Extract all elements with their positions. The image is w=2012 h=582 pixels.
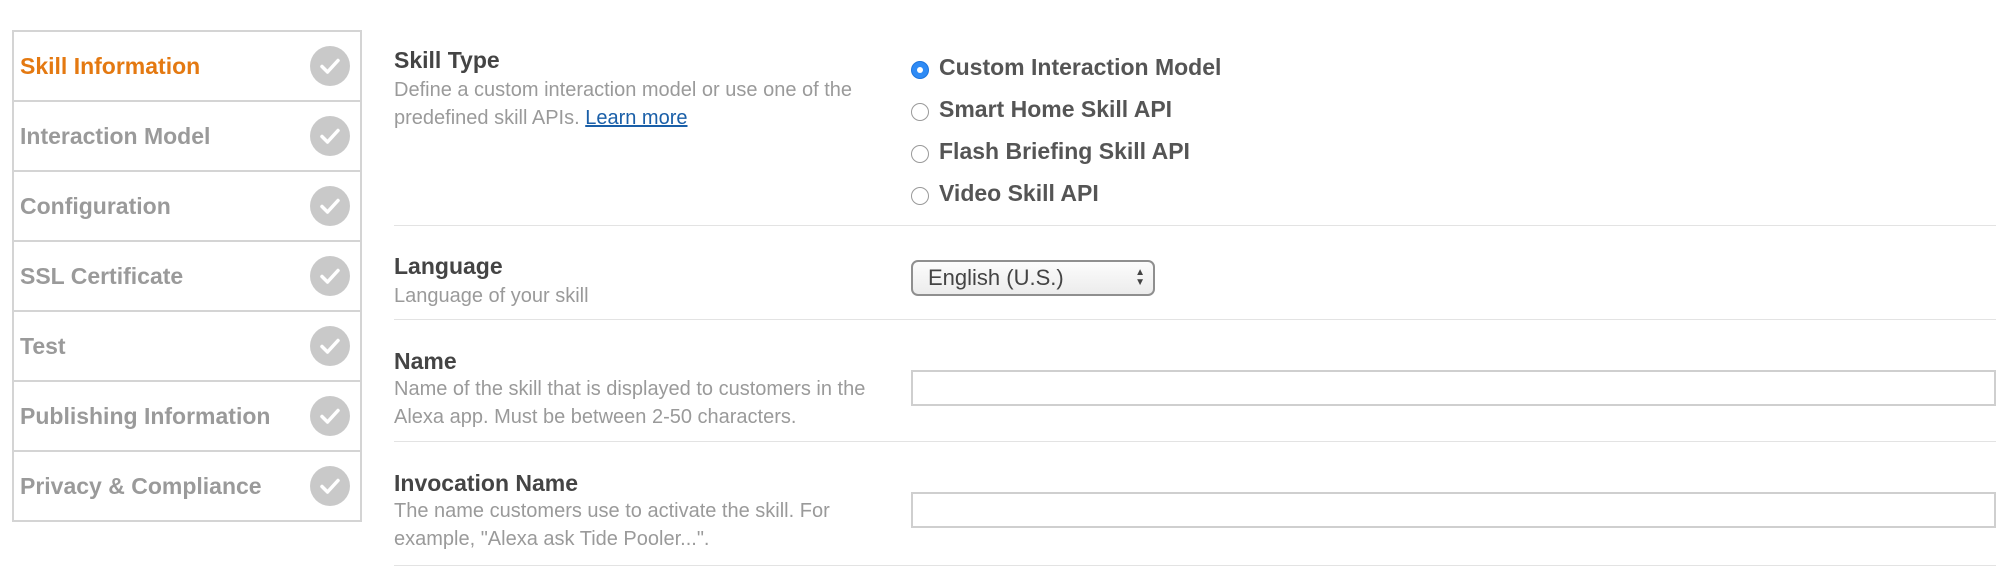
checkmark-circle-icon	[310, 326, 350, 366]
sidebar-item-interaction-model[interactable]: Interaction Model	[14, 102, 360, 172]
name-description: Name of the skill that is displayed to c…	[394, 378, 866, 428]
sidebar-item-publishing-information[interactable]: Publishing Information	[14, 382, 360, 452]
radio-custom-interaction-model[interactable]: Custom Interaction Model	[911, 46, 1221, 88]
sidebar-item-label: SSL Certificate	[20, 262, 184, 289]
checkmark-circle-icon	[310, 116, 350, 156]
sidebar-item-label: Privacy & Compliance	[20, 472, 262, 499]
name-title: Name	[394, 348, 457, 374]
checkmark-circle-icon	[310, 186, 350, 226]
sidebar-item-label: Skill Information	[20, 52, 201, 79]
invocation-name-title: Invocation Name	[394, 470, 579, 496]
checkmark-circle-icon	[310, 46, 350, 86]
radio-label: Custom Interaction Model	[939, 53, 1222, 80]
invocation-name-description: The name customers use to activate the s…	[394, 500, 830, 550]
skill-steps-sidebar: Skill Information Interaction Model Conf…	[12, 30, 362, 522]
sidebar-item-privacy-compliance[interactable]: Privacy & Compliance	[14, 452, 360, 520]
sidebar-item-configuration[interactable]: Configuration	[14, 172, 360, 242]
sidebar-item-label: Configuration	[20, 192, 171, 219]
radio-flash-briefing-skill-api[interactable]: Flash Briefing Skill API	[911, 130, 1221, 172]
sidebar-item-label: Publishing Information	[20, 402, 271, 429]
name-input[interactable]	[911, 370, 1996, 406]
radio-label: Flash Briefing Skill API	[939, 137, 1190, 164]
checkmark-circle-icon	[310, 466, 350, 506]
skill-type-row: Skill Type Define a custom interaction m…	[394, 30, 1996, 226]
radio-button[interactable]	[911, 187, 929, 205]
radio-label: Smart Home Skill API	[939, 95, 1173, 122]
language-select[interactable]: English (U.S.) ▲ ▼	[911, 260, 1155, 296]
sidebar-item-label: Interaction Model	[20, 122, 211, 149]
language-select-value: English (U.S.)	[928, 265, 1064, 290]
radio-smart-home-skill-api[interactable]: Smart Home Skill API	[911, 88, 1221, 130]
select-arrows-icon: ▲ ▼	[1135, 267, 1145, 288]
checkmark-circle-icon	[310, 256, 350, 296]
skill-type-description: Define a custom interaction model or use…	[394, 76, 904, 132]
radio-video-skill-api[interactable]: Video Skill API	[911, 172, 1221, 214]
name-row: Name Name of the skill that is displayed…	[394, 320, 1996, 442]
language-title: Language	[394, 253, 503, 279]
radio-button[interactable]	[911, 103, 929, 121]
invocation-name-input[interactable]	[911, 492, 1996, 528]
checkmark-circle-icon	[310, 396, 350, 436]
radio-button[interactable]	[911, 145, 929, 163]
learn-more-link[interactable]: Learn more	[585, 107, 687, 129]
sidebar-item-ssl-certificate[interactable]: SSL Certificate	[14, 242, 360, 312]
radio-button-selected[interactable]	[911, 61, 929, 79]
language-row: Language Language of your skill English …	[394, 226, 1996, 320]
language-description: Language of your skill	[394, 285, 589, 307]
invocation-name-row: Invocation Name The name customers use t…	[394, 442, 1996, 566]
radio-label: Video Skill API	[939, 179, 1099, 206]
skill-type-radio-group: Custom Interaction Model Smart Home Skil…	[911, 46, 1221, 214]
sidebar-item-label: Test	[20, 332, 66, 359]
sidebar-item-test[interactable]: Test	[14, 312, 360, 382]
sidebar-item-skill-information[interactable]: Skill Information	[14, 32, 360, 102]
skill-type-title: Skill Type	[394, 47, 500, 73]
